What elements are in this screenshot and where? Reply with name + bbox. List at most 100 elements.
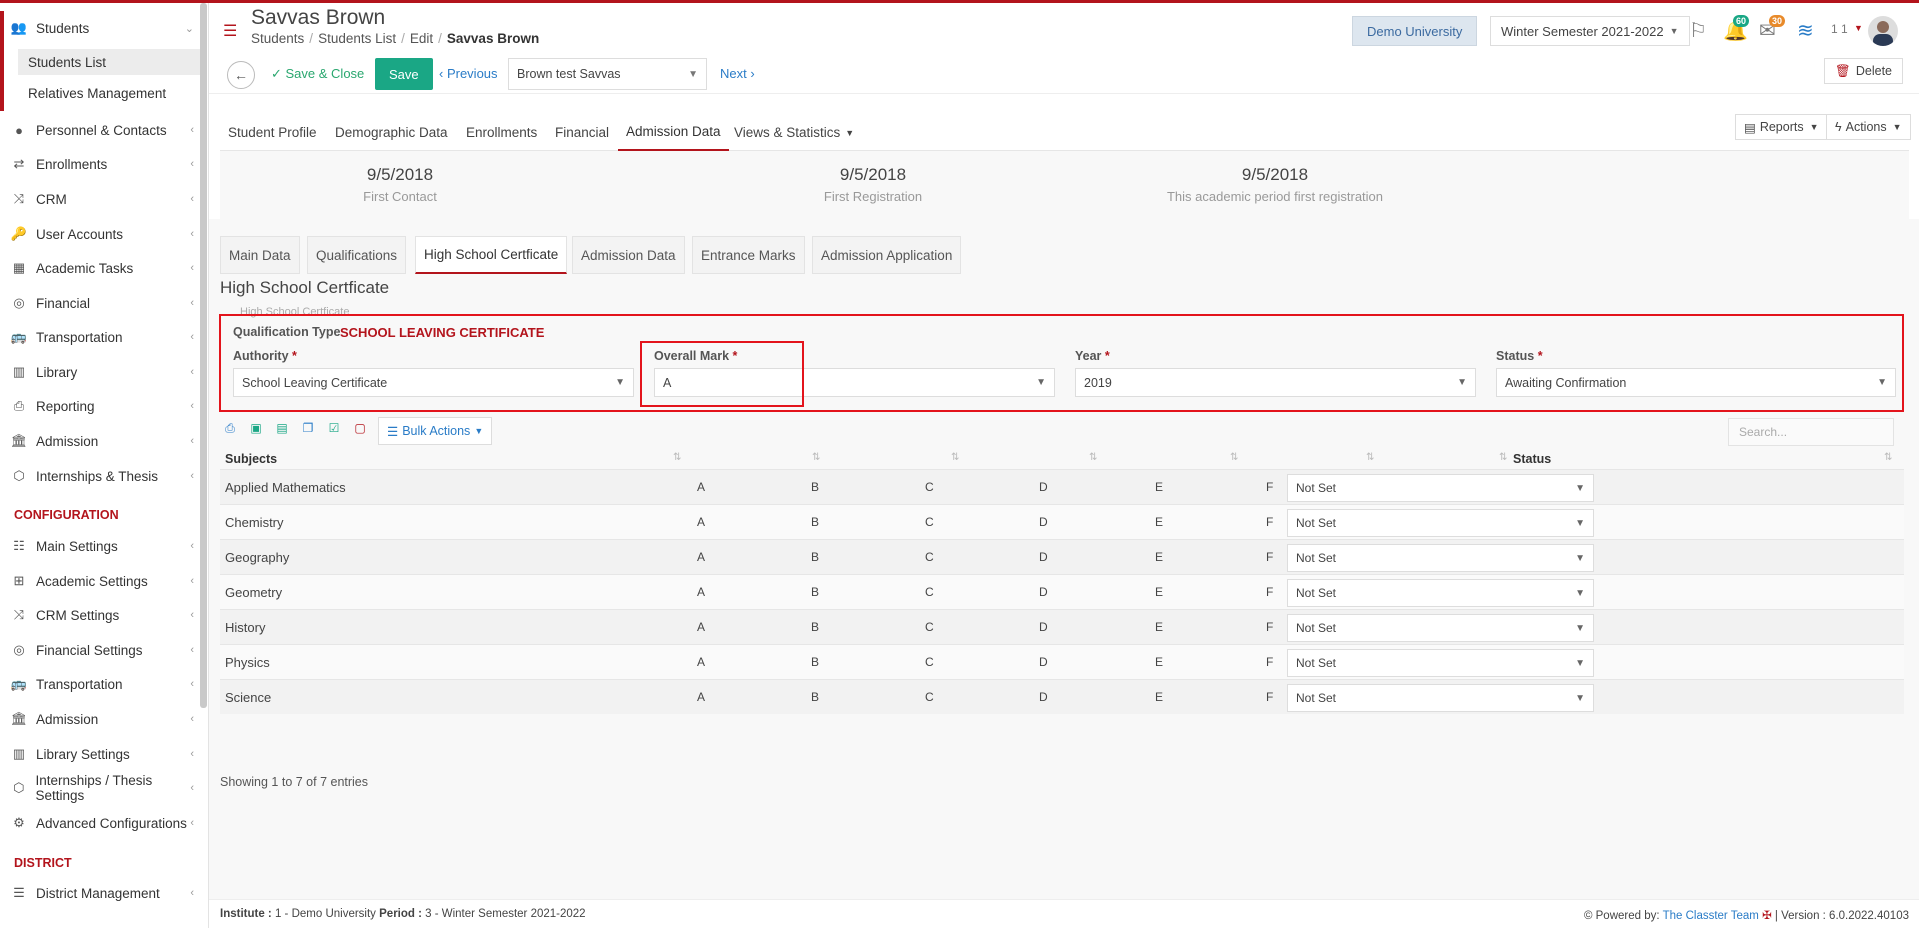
row-status-select[interactable]: Not Set ▼: [1287, 579, 1594, 607]
grade-option[interactable]: D: [1039, 515, 1048, 529]
grade-option[interactable]: C: [925, 620, 934, 634]
grade-option[interactable]: B: [811, 550, 819, 564]
tab-enrollments[interactable]: Enrollments: [458, 114, 545, 151]
sort-icon[interactable]: ⇅: [812, 452, 820, 463]
grade-option[interactable]: F: [1266, 620, 1273, 634]
sidebar-item-main-settings[interactable]: ☷ Main Settings ‹: [0, 533, 200, 559]
next-button[interactable]: Next ›: [720, 66, 755, 81]
sidebar-item-library[interactable]: ▥ Library ‹: [0, 359, 200, 385]
subtab-high-school-certificate[interactable]: High School Certficate: [415, 236, 568, 274]
subtab-main-data[interactable]: Main Data: [220, 236, 300, 274]
save-close-button[interactable]: ✓ Save & Close: [271, 66, 364, 82]
grade-option[interactable]: F: [1266, 480, 1273, 494]
grade-option[interactable]: D: [1039, 620, 1048, 634]
sort-icon[interactable]: ⇅: [1230, 452, 1238, 463]
row-status-select[interactable]: Not Set ▼: [1287, 649, 1594, 677]
grade-option[interactable]: E: [1155, 515, 1163, 529]
grade-option[interactable]: D: [1039, 655, 1048, 669]
column-header-subjects[interactable]: Subjects: [225, 452, 277, 466]
grade-option[interactable]: C: [925, 480, 934, 494]
sidebar-item-user-accounts[interactable]: 🔑 User Accounts ‹: [0, 221, 200, 247]
grade-option[interactable]: D: [1039, 550, 1048, 564]
caret-down-icon[interactable]: ▼: [1854, 23, 1863, 33]
grade-option[interactable]: E: [1155, 550, 1163, 564]
breadcrumb-item[interactable]: Students List: [318, 31, 396, 46]
sidebar-item-district-management[interactable]: ☰ District Management ‹: [0, 880, 200, 906]
sidebar-subitem-relatives-management[interactable]: Relatives Management: [18, 80, 200, 106]
grade-option[interactable]: D: [1039, 585, 1048, 599]
grade-option[interactable]: A: [697, 515, 705, 529]
back-button[interactable]: ←: [227, 61, 255, 89]
sidebar-item-library-settings[interactable]: ▥ Library Settings ‹: [0, 741, 200, 767]
sidebar-item-enrollments[interactable]: ⇄ Enrollments ‹: [0, 151, 200, 177]
tab-demographic-data[interactable]: Demographic Data: [327, 114, 456, 151]
grade-option[interactable]: F: [1266, 550, 1273, 564]
subtab-admission-application[interactable]: Admission Application: [812, 236, 962, 274]
grade-option[interactable]: C: [925, 550, 934, 564]
row-status-select[interactable]: Not Set ▼: [1287, 544, 1594, 572]
row-status-select[interactable]: Not Set ▼: [1287, 474, 1594, 502]
year-select[interactable]: 2019 ▼: [1075, 368, 1476, 397]
subtab-qualifications[interactable]: Qualifications: [307, 236, 407, 274]
delete-button[interactable]: 🗑 Delete: [1823, 58, 1903, 84]
grade-option[interactable]: A: [697, 480, 705, 494]
sidebar-item-reporting[interactable]: ⎙ Reporting ‹: [0, 393, 200, 419]
avatar[interactable]: [1868, 16, 1898, 46]
excel-icon[interactable]: ▣: [246, 418, 266, 438]
tab-admission-data[interactable]: Admission Data: [618, 114, 729, 151]
uncheck-all-icon[interactable]: ▢: [350, 418, 370, 438]
subtab-admission-data[interactable]: Admission Data: [572, 236, 685, 274]
actions-button[interactable]: ϟ Actions ▼: [1826, 114, 1911, 140]
sidebar-item-students[interactable]: 👥 Students ⌄: [0, 15, 200, 41]
grade-option[interactable]: D: [1039, 690, 1048, 704]
sort-icon[interactable]: ⇅: [1884, 452, 1892, 463]
sidebar-item-internships-thesis-settings[interactable]: ⬡ Internships / Thesis Settings ‹: [0, 773, 200, 803]
tab-financial[interactable]: Financial: [547, 114, 617, 151]
save-button[interactable]: Save: [375, 58, 433, 90]
sidebar-item-financial[interactable]: ◎ Financial ‹: [0, 290, 200, 316]
grade-option[interactable]: C: [925, 515, 934, 529]
sidebar-item-transportation-settings[interactable]: 🚌 Transportation ‹: [0, 671, 200, 697]
grade-option[interactable]: A: [697, 585, 705, 599]
classter-team-link[interactable]: The Classter Team: [1663, 910, 1759, 922]
sidebar-item-crm-settings[interactable]: ⤨ CRM Settings ‹: [0, 602, 200, 628]
sort-icon[interactable]: ⇅: [673, 452, 681, 463]
sort-icon[interactable]: ⇅: [951, 452, 959, 463]
row-status-select[interactable]: Not Set ▼: [1287, 614, 1594, 642]
grade-option[interactable]: E: [1155, 620, 1163, 634]
reports-button[interactable]: ▤ Reports ▼: [1735, 114, 1828, 140]
sidebar-item-personnel-contacts[interactable]: ● Personnel & Contacts ‹: [0, 117, 200, 143]
tab-views-statistics[interactable]: Views & Statistics ▼: [726, 114, 862, 151]
grade-option[interactable]: E: [1155, 480, 1163, 494]
subtab-entrance-marks[interactable]: Entrance Marks: [692, 236, 805, 274]
sidebar-scrollbar[interactable]: [200, 3, 207, 708]
grade-option[interactable]: C: [925, 655, 934, 669]
sidebar-item-financial-settings[interactable]: ◎ Financial Settings ‹: [0, 637, 200, 663]
sidebar-item-academic-settings[interactable]: ⊞ Academic Settings ‹: [0, 568, 200, 594]
copy-icon[interactable]: ❐: [298, 418, 318, 438]
grade-option[interactable]: F: [1266, 655, 1273, 669]
grade-option[interactable]: F: [1266, 515, 1273, 529]
hamburger-menu-icon[interactable]: ☰: [223, 21, 237, 41]
sort-icon[interactable]: ⇅: [1499, 452, 1507, 463]
breadcrumb-item[interactable]: Students: [251, 31, 304, 46]
grade-option[interactable]: B: [811, 585, 819, 599]
column-header-status[interactable]: Status: [1513, 452, 1551, 466]
grade-option[interactable]: B: [811, 655, 819, 669]
previous-button[interactable]: ‹ Previous: [439, 66, 498, 81]
grade-option[interactable]: B: [811, 515, 819, 529]
grade-option[interactable]: B: [811, 480, 819, 494]
grade-option[interactable]: F: [1266, 690, 1273, 704]
table-search-input[interactable]: Search...: [1728, 418, 1894, 446]
layers-icon[interactable]: ≋: [1797, 18, 1814, 43]
grade-option[interactable]: B: [811, 690, 819, 704]
grade-option[interactable]: F: [1266, 585, 1273, 599]
tab-student-profile[interactable]: Student Profile: [220, 114, 325, 151]
university-button[interactable]: Demo University: [1352, 16, 1478, 46]
user-number[interactable]: 1 1: [1831, 22, 1848, 36]
sort-icon[interactable]: ⇅: [1366, 452, 1374, 463]
sidebar-subitem-students-list[interactable]: Students List: [18, 49, 200, 75]
bulk-actions-dropdown[interactable]: ☰ Bulk Actions ▼: [378, 417, 493, 445]
sidebar-item-admission-settings[interactable]: 🏛 Admission ‹: [0, 706, 200, 732]
breadcrumb-item[interactable]: Edit: [410, 31, 433, 46]
